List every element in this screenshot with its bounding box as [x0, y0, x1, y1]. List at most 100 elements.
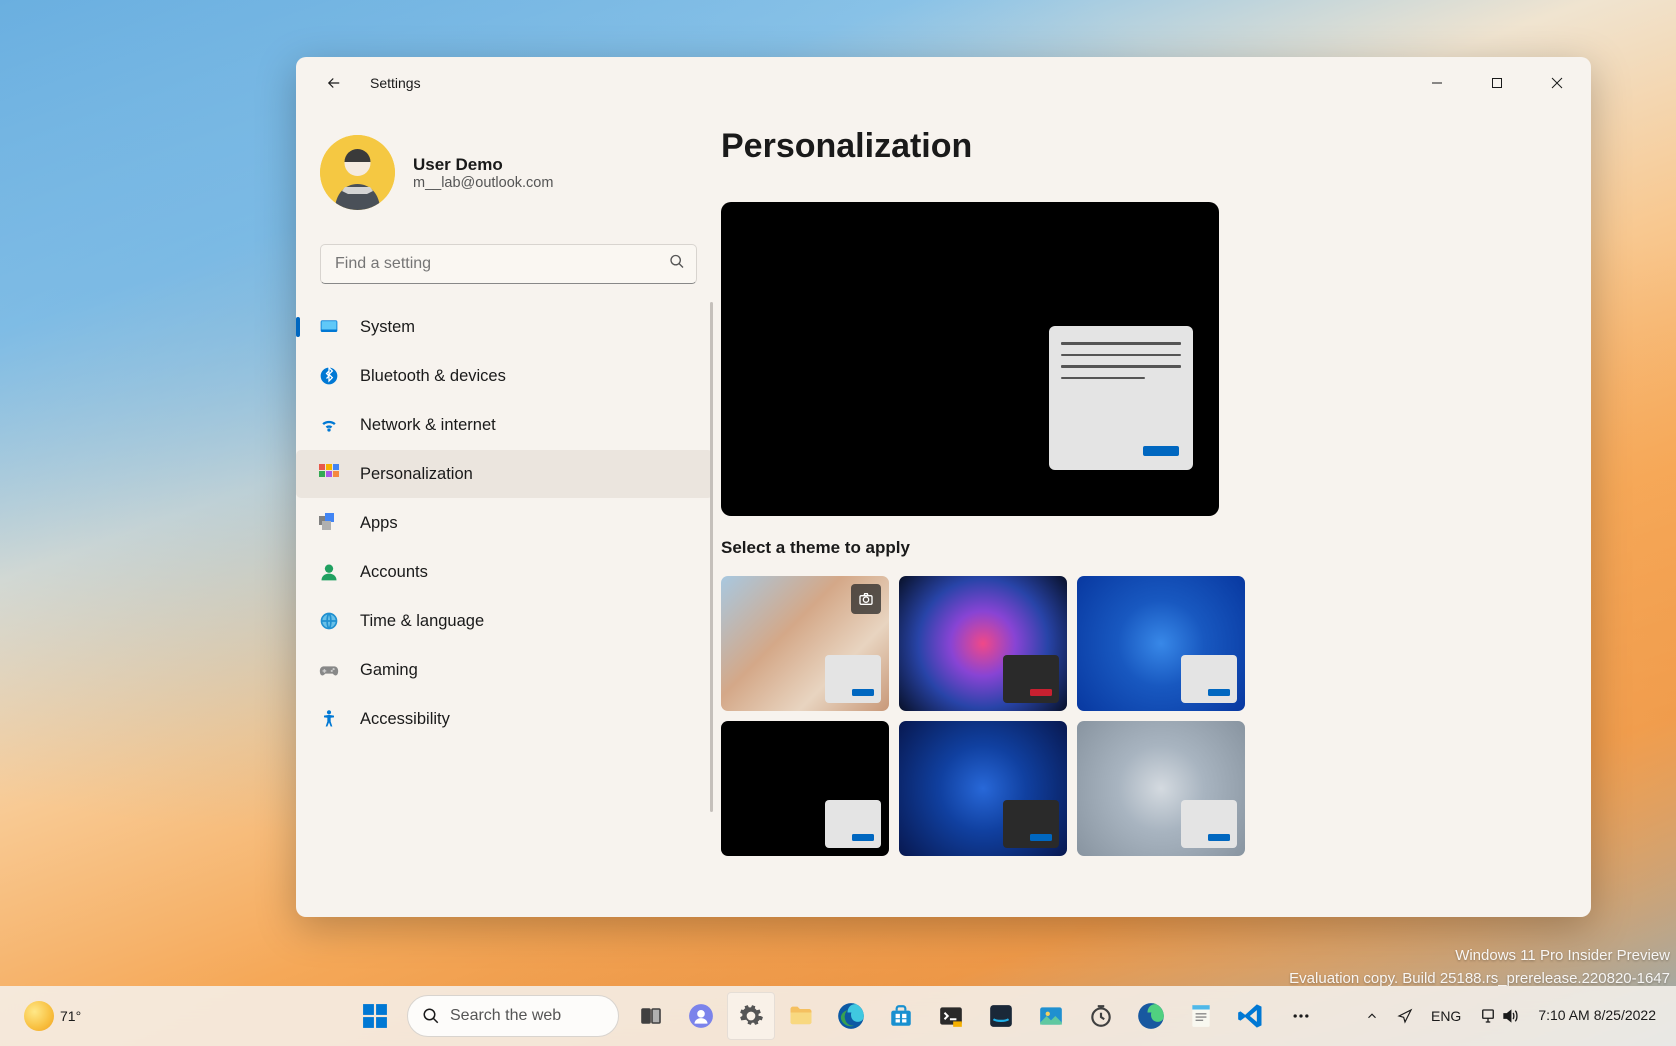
terminal-icon — [938, 1003, 964, 1029]
nav-item-apps[interactable]: Apps — [296, 499, 713, 547]
globe-icon — [318, 610, 340, 632]
nav-item-accounts[interactable]: Accounts — [296, 548, 713, 596]
window-controls — [1407, 63, 1587, 103]
taskbar-app-clock[interactable] — [1077, 992, 1125, 1040]
nav-label: Accessibility — [360, 710, 450, 729]
nav-label: Accounts — [360, 563, 428, 582]
vscode-icon — [1237, 1002, 1265, 1030]
system-icon — [318, 316, 340, 338]
weather-temp: 71° — [60, 1008, 81, 1024]
spotlight-badge — [851, 584, 881, 614]
taskbar-app-vscode[interactable] — [1227, 992, 1275, 1040]
nav-label: Bluetooth & devices — [360, 367, 506, 386]
taskbar-app-store[interactable] — [877, 992, 925, 1040]
nav-label: Apps — [360, 514, 398, 533]
nav-scrollbar[interactable] — [710, 302, 713, 812]
start-button[interactable] — [351, 992, 399, 1040]
back-button[interactable] — [314, 63, 354, 103]
search-icon[interactable] — [669, 254, 685, 275]
close-icon — [1551, 77, 1563, 89]
sun-icon — [24, 1001, 54, 1031]
taskbar-app-photos[interactable] — [1027, 992, 1075, 1040]
taskbar-overflow[interactable] — [1277, 992, 1325, 1040]
edge-icon — [837, 1002, 865, 1030]
search-input[interactable] — [320, 244, 697, 284]
nav-item-gaming[interactable]: Gaming — [296, 646, 713, 694]
themes-label: Select a theme to apply — [721, 538, 1551, 558]
page-title: Personalization — [721, 127, 1551, 166]
nav-item-system[interactable]: System — [296, 303, 713, 351]
nav-label: Gaming — [360, 661, 418, 680]
notepad-icon — [1188, 1003, 1214, 1029]
windows-icon — [362, 1003, 388, 1029]
taskbar-app-edge[interactable] — [827, 992, 875, 1040]
titlebar: Settings — [296, 57, 1591, 109]
tray-clock[interactable]: 7:10 AM 8/25/2022 — [1530, 1005, 1664, 1027]
taskbar-search[interactable]: Search the web — [407, 995, 619, 1037]
user-email: m__lab@outlook.com — [413, 175, 553, 191]
nav-item-personalization[interactable]: Personalization — [296, 450, 713, 498]
task-view-button[interactable] — [627, 992, 675, 1040]
taskbar-app-edge-dev[interactable] — [1127, 992, 1175, 1040]
taskbar-app-prime[interactable] — [977, 992, 1025, 1040]
build-watermark: Windows 11 Pro Insider Preview Evaluatio… — [1289, 945, 1670, 990]
app-title: Settings — [370, 75, 421, 91]
nav-label: Network & internet — [360, 416, 496, 435]
theme-option-6[interactable] — [1077, 721, 1245, 856]
personalization-icon — [318, 463, 340, 485]
tray-network-volume[interactable] — [1472, 1003, 1526, 1029]
accounts-icon — [318, 561, 340, 583]
taskbar-app-terminal[interactable] — [927, 992, 975, 1040]
clock-icon — [1088, 1003, 1114, 1029]
wifi-icon — [318, 414, 340, 436]
tray-location[interactable] — [1390, 1004, 1420, 1028]
network-icon — [1479, 1007, 1497, 1025]
minimize-button[interactable] — [1407, 63, 1467, 103]
prime-icon — [988, 1003, 1014, 1029]
camera-icon — [858, 591, 874, 607]
user-name: User Demo — [413, 155, 553, 175]
avatar — [320, 135, 395, 210]
maximize-button[interactable] — [1467, 63, 1527, 103]
user-block[interactable]: User Demo m__lab@outlook.com — [296, 117, 721, 228]
theme-preview — [721, 202, 1219, 516]
taskbar-app-explorer[interactable] — [777, 992, 825, 1040]
bluetooth-icon — [318, 365, 340, 387]
theme-option-2[interactable] — [899, 576, 1067, 711]
settings-window: Settings User Demo m__lab@outlook.com — [296, 57, 1591, 917]
nav-label: System — [360, 318, 415, 337]
folder-icon — [787, 1002, 815, 1030]
theme-option-5[interactable] — [899, 721, 1067, 856]
search-box — [320, 244, 697, 284]
theme-option-3[interactable] — [1077, 576, 1245, 711]
arrow-left-icon — [325, 74, 343, 92]
theme-option-1[interactable] — [721, 576, 889, 711]
clock-time: 7:10 AM — [1538, 1007, 1589, 1025]
tray-language[interactable]: ENG — [1424, 1004, 1468, 1028]
nav: System Bluetooth & devices Network & int… — [296, 302, 721, 917]
store-icon — [888, 1003, 914, 1029]
weather-widget[interactable]: 71° — [16, 997, 89, 1035]
nav-item-time-language[interactable]: Time & language — [296, 597, 713, 645]
accessibility-icon — [318, 708, 340, 730]
content: Personalization Select a theme to apply — [721, 109, 1591, 917]
search-icon — [422, 1007, 440, 1025]
volume-icon — [1501, 1007, 1519, 1025]
photos-icon — [1038, 1003, 1064, 1029]
more-icon — [1291, 1006, 1311, 1026]
gaming-icon — [318, 659, 340, 681]
chevron-up-icon — [1365, 1009, 1379, 1023]
nav-item-accessibility[interactable]: Accessibility — [296, 695, 713, 743]
taskbar-app-teams[interactable] — [677, 992, 725, 1040]
tray-chevron[interactable] — [1358, 1005, 1386, 1027]
apps-icon — [318, 512, 340, 534]
taskbar-app-notepad[interactable] — [1177, 992, 1225, 1040]
gear-icon — [738, 1003, 764, 1029]
maximize-icon — [1491, 77, 1503, 89]
nav-item-network[interactable]: Network & internet — [296, 401, 713, 449]
close-button[interactable] — [1527, 63, 1587, 103]
preview-window-mock — [1049, 326, 1193, 470]
taskbar-app-settings[interactable] — [727, 992, 775, 1040]
nav-item-bluetooth[interactable]: Bluetooth & devices — [296, 352, 713, 400]
theme-option-4[interactable] — [721, 721, 889, 856]
